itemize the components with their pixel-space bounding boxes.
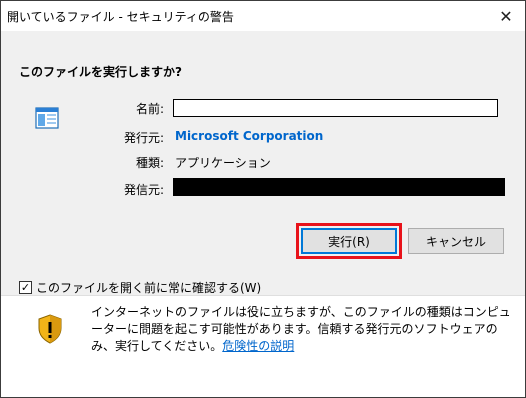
name-label: 名前: — [135, 102, 164, 116]
file-name-field — [173, 99, 498, 117]
title-bar: 開いているファイル - セキュリティの警告 ✕ — [1, 1, 525, 31]
application-window-icon — [35, 107, 59, 129]
close-icon: ✕ — [499, 6, 513, 26]
type-value: アプリケーション — [175, 156, 271, 170]
security-warning-dialog: 開いているファイル - セキュリティの警告 ✕ このファイルを実行しますか? 名… — [0, 0, 526, 398]
always-ask-label[interactable]: このファイルを開く前に常に確認する(W) — [36, 279, 261, 296]
close-button[interactable]: ✕ — [487, 1, 525, 31]
type-label: 種類: — [135, 156, 164, 170]
security-shield-icon — [38, 314, 62, 344]
warning-message: インターネットのファイルは役に立ちますが、このファイルの種類はコンピューターに問… — [91, 304, 511, 355]
warning-text: インターネットのファイルは役に立ちますが、このファイルの種類はコンピューターに問… — [91, 305, 511, 353]
always-ask-checkbox-row[interactable]: ✓ このファイルを開く前に常に確認する(W) — [19, 279, 261, 296]
always-ask-checkbox[interactable]: ✓ — [19, 281, 32, 294]
risk-explanation-link[interactable]: 危険性の説明 — [222, 339, 294, 353]
checkmark-icon: ✓ — [20, 281, 31, 294]
cancel-button[interactable]: キャンセル — [408, 228, 504, 254]
window-title: 開いているファイル - セキュリティの警告 — [7, 10, 234, 24]
warning-section: インターネットのファイルは役に立ちますが、このファイルの種類はコンピューターに問… — [1, 296, 525, 397]
dialog-content: このファイルを実行しますか? 名前: 発行元: Microsoft Corpor… — [1, 31, 525, 296]
run-button[interactable]: 実行(R) — [301, 228, 397, 254]
from-label: 発信元: — [123, 183, 164, 197]
from-value-redacted — [173, 178, 505, 196]
publisher-link[interactable]: Microsoft Corporation — [175, 129, 323, 143]
run-question: このファイルを実行しますか? — [19, 65, 182, 79]
publisher-label: 発行元: — [123, 131, 164, 145]
